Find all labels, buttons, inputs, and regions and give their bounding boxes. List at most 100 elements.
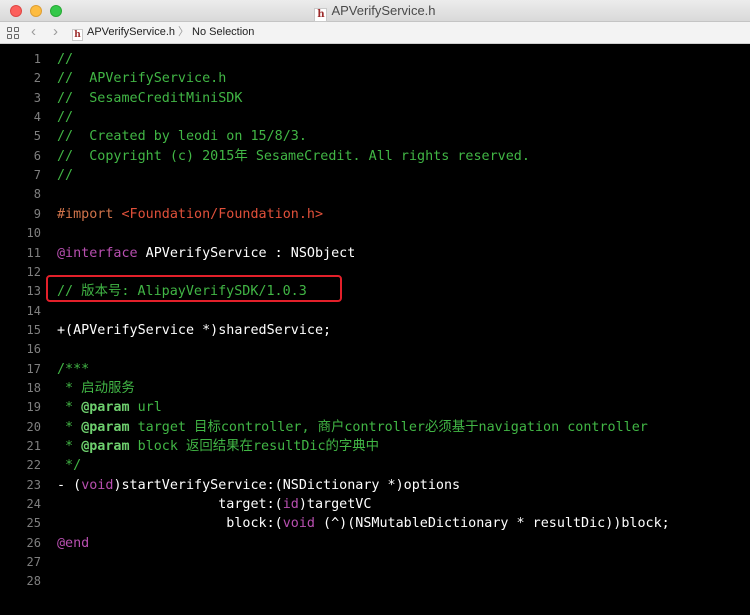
breadcrumb-selection[interactable]: No Selection xyxy=(192,26,254,38)
line-number: 11 xyxy=(26,245,41,260)
related-items-grid-icon[interactable] xyxy=(7,27,19,39)
code-token: )startVerifyService:(NSDictionary *)opti… xyxy=(113,477,461,493)
code-text[interactable]: - (void)startVerifyService:(NSDictionary… xyxy=(57,476,460,495)
line-number: 13 xyxy=(26,284,41,299)
code-text[interactable]: */ xyxy=(57,456,81,475)
code-line[interactable]: 10 xyxy=(0,224,750,243)
code-text[interactable]: * @param block 返回结果在resultDic的字典中 xyxy=(57,437,379,456)
code-text[interactable]: #import <Foundation/Foundation.h> xyxy=(57,205,323,224)
code-token: void xyxy=(282,516,315,532)
source-editor[interactable]: 1 // 2 // APVerifyService.h 3 // SesameCredit… xyxy=(0,45,750,615)
code-text[interactable]: @end xyxy=(57,534,89,553)
code-text[interactable]: // APVerifyService.h xyxy=(57,69,226,88)
line-number: 28 xyxy=(26,574,41,589)
code-token: // 版本号: AlipayVerifySDK/1.0.3 xyxy=(57,284,307,300)
code-line[interactable]: 13 // 版本号: AlipayVerifySDK/1.0.3 xyxy=(0,282,750,301)
code-line[interactable]: 5 // Created by leodi on 15/8/3. xyxy=(0,127,750,146)
code-token: // xyxy=(57,168,74,184)
code-text[interactable]: * @param target 目标controller, 商户controll… xyxy=(57,418,648,437)
code-token: @param xyxy=(81,419,130,435)
code-line[interactable]: 4 // xyxy=(0,108,750,127)
line-number: 14 xyxy=(26,303,41,318)
line-number: 24 xyxy=(26,497,41,512)
code-line[interactable]: 20 * @param target 目标controller, 商户contr… xyxy=(0,418,750,437)
code-line[interactable]: 3 // SesameCreditMiniSDK xyxy=(0,89,750,108)
code-line[interactable]: 26 @end xyxy=(0,534,750,553)
code-text[interactable]: // Created by leodi on 15/8/3. xyxy=(57,127,307,146)
breadcrumb-file-name[interactable]: APVerifyService.h xyxy=(87,26,175,38)
code-token: @param xyxy=(81,439,130,454)
forward-arrow-icon[interactable]: › xyxy=(53,22,58,42)
breadcrumb: h APVerifyService.h 〉 No Selection xyxy=(72,22,254,43)
code-text[interactable]: /*** xyxy=(57,360,89,379)
line-number: 15 xyxy=(26,322,41,337)
line-number: 7 xyxy=(33,168,41,183)
code-token: * xyxy=(57,439,82,454)
code-line[interactable]: 27 xyxy=(0,553,750,572)
code-token: * xyxy=(57,400,82,416)
code-line[interactable]: 1 // xyxy=(0,50,750,69)
code-line[interactable]: 12 xyxy=(0,263,750,282)
line-number: 17 xyxy=(26,361,41,376)
line-number: 16 xyxy=(26,342,41,357)
line-number: 8 xyxy=(33,187,41,202)
code-text[interactable]: block:(void (^)(NSMutableDictionary * re… xyxy=(57,514,669,533)
code-token: @param xyxy=(81,400,130,416)
header-file-icon: h xyxy=(314,8,328,22)
code-line[interactable]: 11 @interface APVerifyService : NSObject xyxy=(0,244,750,263)
code-line[interactable]: 14 xyxy=(0,302,750,321)
line-number: 9 xyxy=(33,206,41,221)
code-line[interactable]: 9 #import <Foundation/Foundation.h> xyxy=(0,205,750,224)
line-number: 27 xyxy=(26,555,41,570)
code-text[interactable]: // SesameCreditMiniSDK xyxy=(57,89,242,108)
code-token: * 启动服务 xyxy=(57,380,135,396)
code-line[interactable]: 16 xyxy=(0,340,750,359)
code-text[interactable]: +(APVerifyService *)sharedService; xyxy=(57,321,331,340)
code-line[interactable]: 25 block:(void (^)(NSMutableDictionary *… xyxy=(0,514,750,533)
line-number: 10 xyxy=(26,226,41,241)
line-number: 4 xyxy=(33,110,41,125)
code-token: url xyxy=(129,400,162,416)
code-line[interactable]: 2 // APVerifyService.h xyxy=(0,69,750,88)
code-line[interactable]: 23 - (void)startVerifyService:(NSDictiona… xyxy=(0,476,750,495)
code-line[interactable]: 21 * @param block 返回结果在resultDic的字典中 xyxy=(0,437,750,456)
code-text[interactable]: // xyxy=(57,108,73,127)
code-text[interactable]: // xyxy=(57,166,73,185)
code-text[interactable]: * 启动服务 xyxy=(57,379,135,398)
code-token: #import xyxy=(57,206,122,222)
back-arrow-icon[interactable]: ‹ xyxy=(31,22,36,42)
code-text[interactable]: // Copyright (c) 2015年 SesameCredit. All… xyxy=(57,147,530,166)
code-text[interactable]: // 版本号: AlipayVerifySDK/1.0.3 xyxy=(57,282,307,301)
code-token: @end xyxy=(57,535,90,551)
code-line[interactable]: 24 target:(id)targetVC xyxy=(0,495,750,514)
code-token: void xyxy=(81,477,114,493)
line-number: 23 xyxy=(26,477,41,492)
code-token: // SesameCreditMiniSDK xyxy=(57,90,243,106)
code-text[interactable]: // xyxy=(57,50,73,69)
window-titlebar: h APVerifyService.h xyxy=(0,0,750,22)
code-line[interactable]: 6 // Copyright (c) 2015年 SesameCredit. Al… xyxy=(0,147,750,166)
line-number: 26 xyxy=(26,535,41,550)
code-line[interactable]: 8 xyxy=(0,185,750,204)
line-number: 2 xyxy=(33,71,41,86)
code-line[interactable]: 28 xyxy=(0,572,750,591)
code-line[interactable]: 22 */ xyxy=(0,456,750,475)
code-text[interactable]: @interface APVerifyService : NSObject xyxy=(57,244,355,263)
line-number: 18 xyxy=(26,380,41,395)
code-token: id xyxy=(282,497,299,513)
code-text[interactable]: target:(id)targetVC xyxy=(57,495,371,514)
code-token: */ xyxy=(57,458,82,474)
jump-bar: ‹ › h APVerifyService.h 〉 No Selection xyxy=(0,22,750,44)
code-line[interactable]: 7 // xyxy=(0,166,750,185)
code-token: APVerifyService : NSObject xyxy=(137,245,356,261)
window-title-area: h APVerifyService.h xyxy=(0,3,750,22)
code-token: // APVerifyService.h xyxy=(57,71,227,87)
code-token: * xyxy=(57,419,82,435)
code-line[interactable]: 17 /*** xyxy=(0,360,750,379)
code-line[interactable]: 15 +(APVerifyService *)sharedService; xyxy=(0,321,750,340)
code-line[interactable]: 19 * @param url xyxy=(0,398,750,417)
code-line[interactable]: 18 * 启动服务 xyxy=(0,379,750,398)
code-text[interactable]: * @param url xyxy=(57,398,162,417)
code-token: @interface xyxy=(57,245,138,261)
line-number: 25 xyxy=(26,516,41,531)
